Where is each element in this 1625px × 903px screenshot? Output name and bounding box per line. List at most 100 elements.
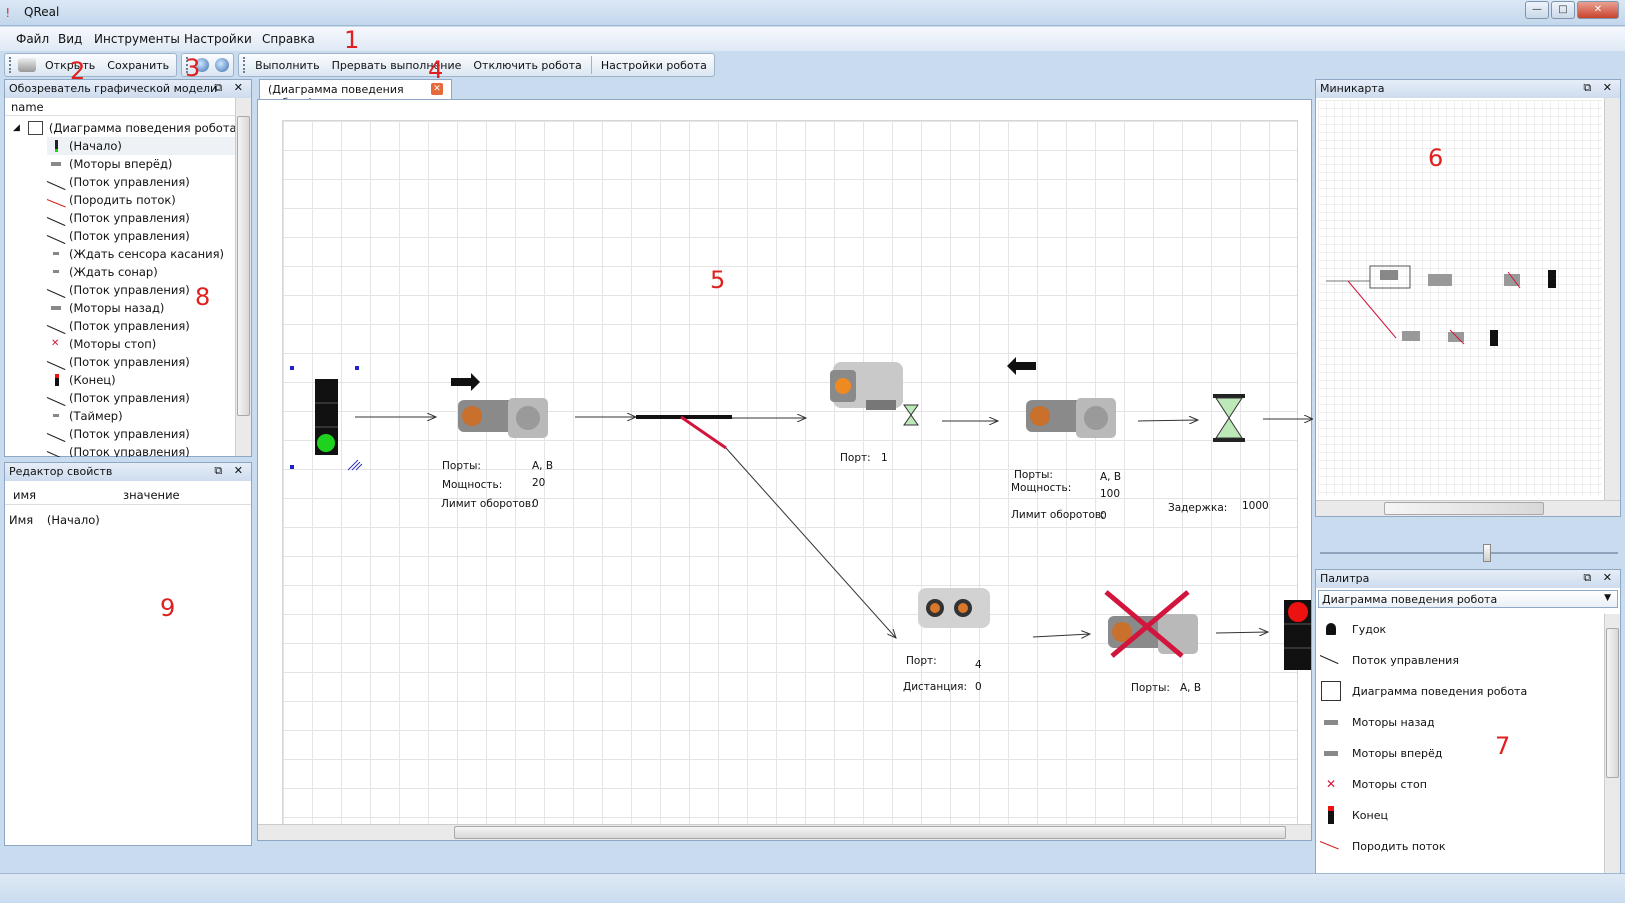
tree-item[interactable]: (Породить поток) bbox=[47, 191, 176, 209]
end-icon bbox=[1320, 804, 1342, 826]
flow-edge[interactable] bbox=[1137, 420, 1198, 421]
tree-item[interactable]: (Таймер) bbox=[47, 407, 123, 425]
palette-item[interactable]: Конец bbox=[1320, 800, 1388, 830]
sonar-node[interactable] bbox=[918, 588, 990, 628]
tree-item[interactable]: (Моторы вперёд) bbox=[47, 155, 172, 173]
column-header[interactable]: name bbox=[5, 98, 237, 116]
diagram-icon bbox=[1320, 680, 1342, 702]
flow-edge[interactable] bbox=[1032, 634, 1090, 637]
palette-item[interactable]: Диаграмма поведения робота bbox=[1320, 676, 1527, 706]
palette-item[interactable]: Моторы назад bbox=[1320, 707, 1435, 737]
diagram-svg[interactable] bbox=[258, 100, 1313, 842]
palette-item[interactable]: Породить поток bbox=[1320, 831, 1446, 861]
tree-root-label: (Диаграмма поведения робота) bbox=[48, 121, 237, 135]
close-button[interactable]: ✕ bbox=[1577, 1, 1619, 19]
toolbar-grip[interactable] bbox=[9, 57, 12, 73]
save-button[interactable]: Сохранить bbox=[104, 59, 172, 72]
motors-forward-node[interactable] bbox=[451, 373, 548, 438]
window-controls: — □ ✕ bbox=[1525, 1, 1619, 19]
sonar-distance-value[interactable]: 0 bbox=[975, 681, 982, 693]
run-button[interactable]: Выполнить bbox=[252, 59, 322, 72]
tree-root[interactable]: ◢ (Диаграмма поведения робота) bbox=[13, 119, 237, 137]
touch-port-value[interactable]: 1 bbox=[881, 452, 888, 464]
tree-item[interactable]: (Поток управления) bbox=[47, 281, 190, 299]
palette-item[interactable]: ✕ Моторы стоп bbox=[1320, 769, 1427, 799]
motors1-limit-value[interactable]: 0 bbox=[532, 498, 539, 510]
minimize-button[interactable]: — bbox=[1525, 1, 1549, 19]
menu-help[interactable]: Справка bbox=[262, 32, 315, 46]
property-value[interactable]: (Начало) bbox=[47, 513, 100, 527]
panel-buttons[interactable]: ⧉ ✕ bbox=[1583, 81, 1616, 95]
disconnect-robot-button[interactable]: Отключить робота bbox=[470, 59, 584, 72]
palette-item[interactable]: Гудок bbox=[1320, 614, 1386, 644]
tree-item[interactable]: (Начало) bbox=[47, 137, 235, 155]
tab-diagram[interactable]: (Диаграмма поведения робота) ✕ bbox=[259, 79, 452, 109]
tree-item[interactable]: (Поток управления) bbox=[47, 443, 190, 457]
zoom-slider-handle[interactable] bbox=[1483, 544, 1491, 562]
menu-view[interactable]: Вид bbox=[58, 32, 82, 46]
canvas-hscrollbar[interactable] bbox=[258, 824, 1311, 840]
motors-stop-node[interactable] bbox=[1104, 590, 1198, 658]
canvas-hscroll-thumb[interactable] bbox=[454, 826, 1286, 839]
collapse-icon[interactable]: ◢ bbox=[13, 123, 20, 133]
panel-buttons[interactable]: ⧉ ✕ bbox=[1583, 571, 1616, 585]
panel-buttons[interactable]: ⧉ ✕ bbox=[214, 81, 247, 95]
tree-item[interactable]: (Конец) bbox=[47, 371, 116, 389]
start-node[interactable] bbox=[290, 366, 363, 471]
panel-buttons[interactable]: ⧉ ✕ bbox=[214, 464, 247, 478]
minimap-vscrollbar[interactable] bbox=[1604, 98, 1620, 500]
menu-settings[interactable]: Настройки bbox=[184, 32, 252, 46]
tree-item-label: (Поток управления) bbox=[69, 445, 190, 457]
tree-scroll-thumb[interactable] bbox=[237, 116, 250, 416]
toolbar-grip[interactable] bbox=[243, 57, 246, 73]
palette-scrollbar[interactable] bbox=[1604, 614, 1620, 876]
col-value[interactable]: значение bbox=[123, 488, 180, 502]
motors2-ports-value[interactable]: A, B bbox=[1100, 471, 1121, 483]
end-node[interactable] bbox=[1284, 600, 1311, 670]
robot-settings-button[interactable]: Настройки робота bbox=[598, 59, 710, 72]
minimap-scroll-thumb[interactable] bbox=[1384, 502, 1544, 515]
menu-tools[interactable]: Инструменты bbox=[94, 32, 180, 46]
sonar-port-value[interactable]: 4 bbox=[975, 659, 982, 671]
motors1-ports-value[interactable]: A, B bbox=[532, 460, 553, 472]
diagram-canvas[interactable]: Порты: A, B Мощность: 20 Лимит оборотов:… bbox=[257, 99, 1313, 842]
palette-scroll-thumb[interactable] bbox=[1606, 628, 1619, 778]
tree-item[interactable]: (Ждать сонар) bbox=[47, 263, 158, 281]
zoom-out-icon[interactable] bbox=[215, 58, 230, 72]
motors1-power-value[interactable]: 20 bbox=[532, 477, 545, 489]
flow-edge[interactable] bbox=[725, 447, 896, 638]
tree-item[interactable]: ✕ (Моторы стоп) bbox=[47, 335, 156, 353]
tree-item[interactable]: (Поток управления) bbox=[47, 173, 190, 191]
maximize-button[interactable]: □ bbox=[1551, 1, 1575, 19]
tree-item[interactable]: (Поток управления) bbox=[47, 389, 190, 407]
fork-red-line[interactable] bbox=[680, 415, 727, 450]
tree-item[interactable]: (Поток управления) bbox=[47, 227, 190, 245]
menu-file[interactable]: Файл bbox=[16, 32, 49, 46]
property-row-name[interactable]: Имя (Начало) bbox=[9, 513, 100, 527]
timer-node[interactable] bbox=[1213, 394, 1245, 442]
stop-ports-value[interactable]: A, B bbox=[1180, 682, 1201, 694]
palette-item[interactable]: Поток управления bbox=[1320, 645, 1459, 675]
tree-item[interactable]: (Поток управления) bbox=[47, 317, 190, 335]
tree-item[interactable]: (Поток управления) bbox=[47, 425, 190, 443]
palette-diagram-select[interactable]: Диаграмма поведения робота ▼ bbox=[1318, 590, 1618, 608]
motors2-power-value[interactable]: 100 bbox=[1100, 488, 1120, 500]
touch-sensor-node[interactable] bbox=[830, 362, 903, 410]
flow-edge[interactable] bbox=[1215, 632, 1268, 633]
palette-item[interactable]: Моторы вперёд bbox=[1320, 738, 1442, 768]
tree-item[interactable]: (Ждать сенсора касания) bbox=[47, 245, 224, 263]
minimap-view[interactable] bbox=[1318, 100, 1602, 496]
tree-scrollbar[interactable] bbox=[235, 98, 251, 456]
motors2-limit-value[interactable]: 0 bbox=[1100, 510, 1107, 522]
timer-delay-value[interactable]: 1000 bbox=[1242, 500, 1269, 512]
motors-backward-node[interactable] bbox=[1007, 357, 1116, 438]
printer-icon[interactable] bbox=[18, 58, 36, 72]
tree-item[interactable]: (Поток управления) bbox=[47, 353, 190, 371]
tree-item[interactable]: (Моторы назад) bbox=[47, 299, 164, 317]
col-name[interactable]: имя bbox=[13, 488, 36, 502]
tab-close-icon[interactable]: ✕ bbox=[431, 83, 443, 95]
stop-execution-button[interactable]: Прервать выполнение bbox=[329, 59, 465, 72]
minimap-zoom-slider[interactable] bbox=[1320, 544, 1618, 562]
tree-item[interactable]: (Поток управления) bbox=[47, 209, 190, 227]
minimap-hscrollbar[interactable] bbox=[1316, 500, 1620, 516]
